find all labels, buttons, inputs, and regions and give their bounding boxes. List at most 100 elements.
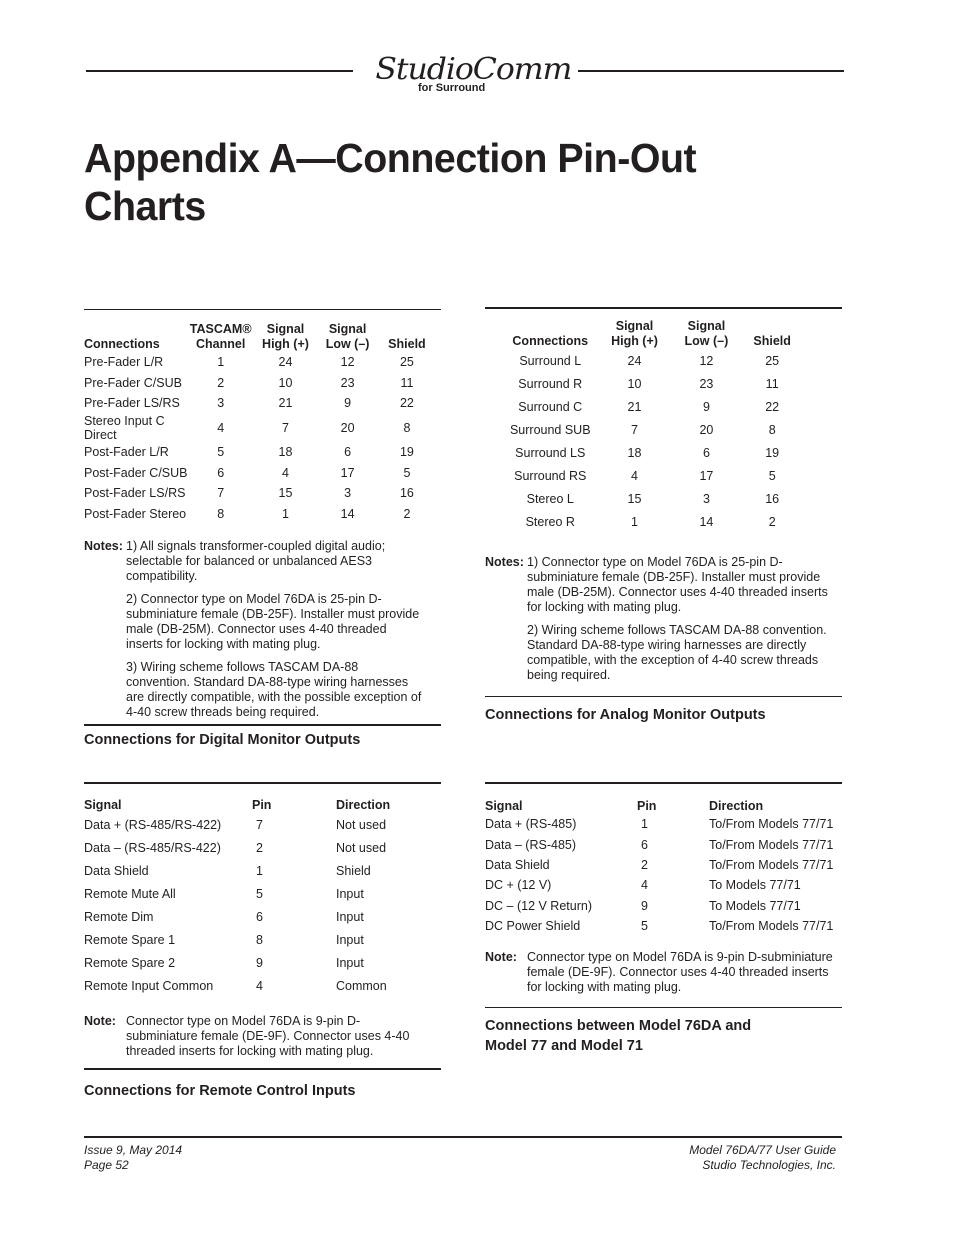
table-cell: 9: [641, 898, 648, 913]
table-cell: 2: [768, 514, 776, 529]
table-cell: Not used: [336, 840, 387, 855]
table-cell: 6: [256, 909, 263, 924]
table-cell: To/From Models 77/71: [709, 919, 834, 934]
table-cell: 3: [217, 396, 225, 411]
table-row: Remote Spare 2 9 Input: [84, 951, 424, 974]
table-row: Pre-Fader C/SUB 2 10 23 11: [84, 373, 438, 394]
table-cell: Data – (RS-485/RS-422): [84, 840, 221, 855]
table-row: DC + (12 V) 4 To Models 77/71: [485, 875, 837, 895]
table-cell: 3: [702, 491, 710, 506]
digital-caption: Connections for Digital Monitor Outputs: [84, 732, 361, 748]
table-cell: Remote Mute All: [84, 886, 176, 901]
note-item: 1) Connector type on Model 76DA is 25-pi…: [527, 555, 828, 614]
table-cell: 20: [699, 422, 714, 437]
notes-label: Notes:: [485, 555, 524, 569]
table-cell: Stereo R: [525, 514, 575, 529]
table-row: Surround RS 4 17 5: [503, 464, 803, 487]
table-cell: 2: [217, 375, 225, 390]
table-cell: Stereo Input C Direct: [84, 413, 165, 442]
table-cell: 8: [256, 932, 263, 947]
table-cell: 7: [217, 486, 225, 501]
table-cell: 2: [641, 857, 648, 872]
table-cell: 20: [340, 420, 355, 435]
table-cell: Pre-Fader C/SUB: [84, 375, 182, 390]
model-top-rule: [485, 782, 842, 784]
table-cell: 23: [340, 375, 355, 390]
table-row: Surround C 21 9 22: [503, 395, 803, 418]
table-cell: Remote Spare 1: [84, 932, 176, 947]
table-cell: 4: [217, 420, 225, 435]
table-cell: Not used: [336, 817, 387, 832]
table-cell: Surround LS: [515, 445, 586, 460]
table-row: Pre-Fader L/R 1 24 12 25: [84, 352, 438, 373]
remote-caption: Connections for Remote Control Inputs: [84, 1083, 356, 1099]
note-item: 3) Wiring scheme follows TASCAM DA-88 co…: [126, 660, 422, 719]
table-cell: Pre-Fader LS/RS: [84, 396, 180, 411]
table-header-row: Connections TASCAM® Channel Signal High (+…: [84, 322, 438, 352]
table-cell: 12: [699, 353, 714, 368]
analog-notes: Notes: 1) Connector type on Model 76DA i…: [485, 555, 837, 691]
table-cell: 2: [256, 840, 263, 855]
table-cell: 15: [278, 486, 293, 501]
table-row: DC – (12 V Return) 9 To Models 77/71: [485, 896, 837, 916]
col-header: Pin: [252, 798, 272, 812]
footer-right: Model 76DA/77 User Guide Studio Technolo…: [689, 1143, 836, 1173]
col-header: Shield: [388, 337, 426, 351]
col-header: Connections: [84, 337, 160, 351]
table-row: Stereo R 1 14 2: [503, 510, 803, 533]
table-cell: 6: [217, 465, 225, 480]
table-cell: 4: [256, 978, 263, 993]
col-header: Shield: [753, 334, 791, 348]
model-bottom-rule: [485, 1007, 842, 1008]
table-cell: Post-Fader L/R: [84, 445, 169, 460]
table-row: Post-Fader Stereo 8 1 14 2: [84, 504, 438, 525]
table-cell: Input: [336, 909, 364, 924]
model-caption: Connections between Model 76DA and Model…: [485, 1018, 752, 1054]
table-cell: 16: [765, 491, 780, 506]
page-title: Appendix A—Connection Pin-Out Charts: [84, 135, 697, 229]
col-header: Direction: [336, 798, 391, 812]
table-cell: Input: [336, 955, 364, 970]
col-header: Direction: [709, 799, 764, 813]
table-row: Post-Fader L/R 5 18 6 19: [84, 442, 438, 463]
table-cell: 6: [344, 445, 352, 460]
note-label: Note:: [485, 950, 517, 964]
table-cell: Post-Fader Stereo: [84, 506, 187, 521]
header-rule-right: [578, 70, 844, 72]
table-cell: 5: [217, 445, 225, 460]
table-row: Data – (RS-485/RS-422) 2 Not used: [84, 836, 424, 859]
table-cell: 9: [702, 399, 710, 414]
table-cell: Surround R: [518, 376, 583, 391]
table-cell: 5: [403, 465, 411, 480]
table-cell: To Models 77/71: [709, 898, 801, 913]
table-row: DC Power Shield 5 To/From Models 77/71: [485, 916, 837, 936]
table-cell: 2: [403, 506, 411, 521]
remote-bottom-rule: [84, 1068, 441, 1070]
table-cell: DC + (12 V): [485, 878, 552, 893]
table-row: Data + (RS-485) 1 To/From Models 77/71: [485, 814, 837, 834]
table-cell: 4: [631, 468, 638, 483]
digital-monitor-table: Connections TASCAM® Channel Signal High (+…: [84, 322, 438, 524]
col-header: Signal High (+): [611, 319, 658, 348]
table-cell: Input: [336, 932, 364, 947]
logo-subtitle: for Surround: [418, 82, 486, 94]
table-cell: Surround C: [518, 399, 583, 414]
table-cell: 10: [627, 376, 642, 391]
analog-caption: Connections for Analog Monitor Outputs: [485, 707, 766, 723]
table-cell: 22: [399, 396, 414, 411]
table-row: Stereo L 15 3 16: [503, 487, 803, 510]
table-cell: Surround RS: [514, 468, 587, 483]
note-item: 1) All signals transformer-coupled digit…: [126, 539, 386, 583]
table-cell: Stereo L: [526, 491, 574, 506]
table-header-row: Signal Pin Direction: [84, 795, 424, 813]
col-header: Pin: [637, 799, 657, 813]
table-cell: 25: [399, 355, 414, 370]
table-cell: 19: [765, 445, 780, 460]
model-note: Note: Connector type on Model 76DA is 9-…: [485, 950, 837, 1003]
table-cell: Remote Spare 2: [84, 955, 176, 970]
table-row: Remote Input Common 4 Common: [84, 974, 424, 997]
table-cell: 7: [631, 422, 638, 437]
table-cell: 9: [344, 396, 352, 411]
table-header-row: Connections Signal High (+) Signal Low (–)…: [503, 319, 803, 349]
footer-issue: Issue 9, May 2014: [84, 1143, 183, 1157]
